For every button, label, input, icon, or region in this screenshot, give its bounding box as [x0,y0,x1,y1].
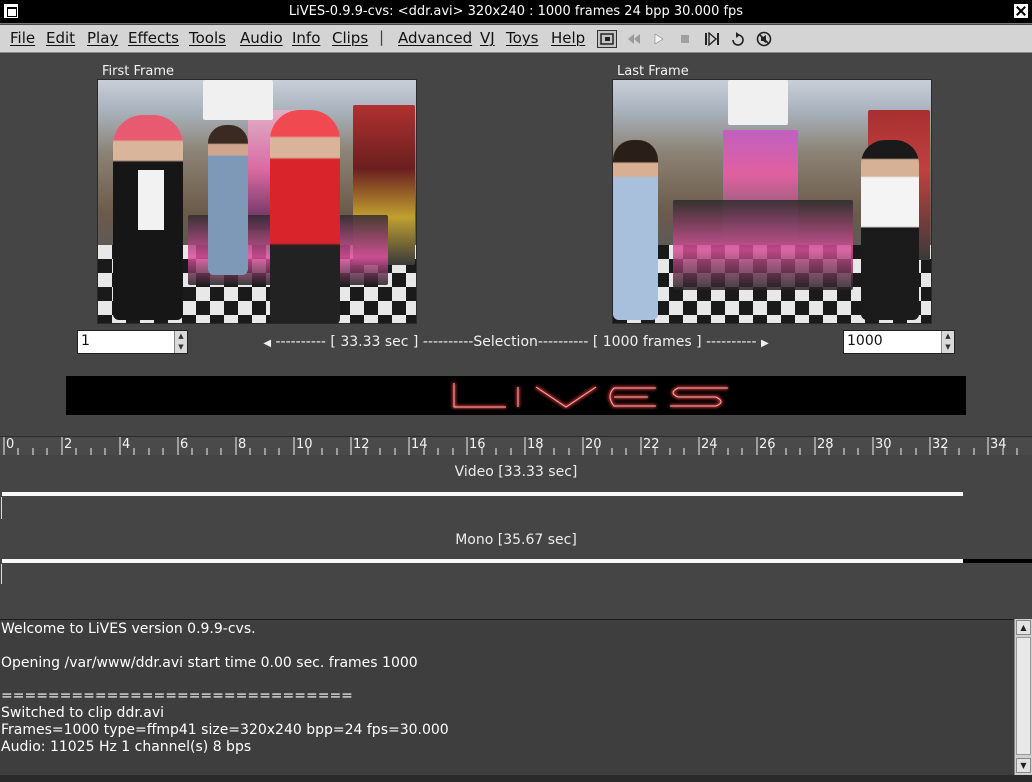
scroll-down-icon[interactable]: ▼ [1016,758,1031,773]
message-scrollbar[interactable]: ▲ ▼ [1014,619,1032,775]
menu-vj[interactable]: VJ [480,29,495,47]
time-ruler[interactable]: 0 2 4 6 8 10 12 14 16 18 20 22 24 26 28 30 32 34 [0,436,1032,455]
ruler-tick-label: 22 [643,437,660,452]
message-line: Switched to clip ddr.avi [1,705,165,721]
menu-toys[interactable]: Toys [506,29,538,47]
ruler-tick-label: 4 [122,437,131,452]
ruler-tick-label: 6 [180,437,189,452]
close-window-icon[interactable] [1013,3,1029,19]
audio-track-overflow [963,559,1032,563]
ruler-tick-label: 20 [585,437,602,452]
ruler-tick-label: 12 [353,437,370,452]
end-frame-arrows[interactable]: ▲ ▼ [941,331,954,353]
selection-right-arrow-icon[interactable]: ▶ [761,338,769,349]
selection-text: ---------- [ 33.33 sec ] ----------Selec… [275,334,757,350]
video-track-bar[interactable] [2,492,963,496]
message-area[interactable]: Welcome to LiVES version 0.9.9-cvs. Open… [0,619,1014,776]
ruler-tick-label: 8 [238,437,247,452]
end-frame-spinbutton[interactable]: ▲ ▼ [843,330,955,354]
spin-up-icon[interactable]: ▲ [942,331,954,342]
audio-track-bar[interactable] [2,559,963,563]
menu-info[interactable]: Info [292,29,320,47]
first-frame-preview [97,79,417,324]
menu-edit[interactable]: Edit [46,29,75,47]
message-line: Opening /var/www/ddr.avi start time 0.00… [1,655,418,671]
video-track-label: Video [33.33 sec] [454,464,578,480]
video-playback-cursor [1,497,2,519]
audio-track-label: Mono [35.67 sec] [455,532,577,548]
ruler-tick-label: 30 [875,437,892,452]
menu-clips[interactable]: Clips [332,29,368,47]
last-frame-label: Last Frame [617,64,689,79]
ruler-tick-label: 0 [6,437,15,452]
play-icon[interactable] [649,30,669,48]
ruler-tick-label: 28 [817,437,834,452]
menu-file[interactable]: File [10,29,35,47]
last-frame-preview [612,79,932,324]
ruler-tick-label: 32 [932,437,949,452]
ruler-tick-label: 14 [411,437,428,452]
menu-separator: | [379,28,385,46]
bottom-strip [0,775,1032,782]
menu-audio[interactable]: Audio [240,29,283,47]
ruler-tick-label: 18 [527,437,544,452]
selection-left-arrow-icon[interactable]: ◀ [263,338,271,349]
title-bar: LiVES-0.9.9-cvs: <ddr.avi> 320x240 : 100… [0,0,1032,24]
menu-advanced[interactable]: Advanced [398,29,472,47]
ruler-tick-label: 24 [701,437,718,452]
scroll-up-icon[interactable]: ▲ [1016,620,1031,635]
ruler-tick-label: 16 [469,437,486,452]
menu-effects[interactable]: Effects [128,29,179,47]
mute-icon[interactable] [754,30,774,48]
menu-tools[interactable]: Tools [189,29,226,47]
audio-playback-cursor [1,564,2,584]
ruler-tick-label: 34 [990,437,1007,452]
lives-logo [452,383,728,409]
stop-icon[interactable] [675,30,695,48]
scrollbar-thumb[interactable] [1016,637,1031,755]
ruler-tick-label: 26 [759,437,776,452]
end-frame-input[interactable] [847,333,935,349]
lives-logo-bar [66,376,966,415]
message-line: ============================== [1,688,353,704]
window-title: LiVES-0.9.9-cvs: <ddr.avi> 320x240 : 100… [288,4,744,19]
rewind-icon[interactable] [624,30,644,48]
message-line: Welcome to LiVES version 0.9.9-cvs. [1,621,256,637]
ruler-tick-label: 2 [64,437,73,452]
message-line: Frames=1000 type=ffmp41 size=320x240 bpp… [1,722,449,738]
menu-help[interactable]: Help [551,29,585,47]
first-frame-label: First Frame [102,64,174,79]
ruler-tick-label: 10 [296,437,313,452]
play-selection-icon[interactable] [702,30,722,48]
spin-down-icon[interactable]: ▼ [942,342,954,353]
menu-play[interactable]: Play [87,29,118,47]
message-line: Audio: 11025 Hz 1 channel(s) 8 bps [1,739,252,755]
sepwin-icon[interactable] [597,30,617,48]
menu-bar: File Edit Play Effects Tools Audio Info … [0,25,1032,53]
loop-icon[interactable] [728,30,748,48]
